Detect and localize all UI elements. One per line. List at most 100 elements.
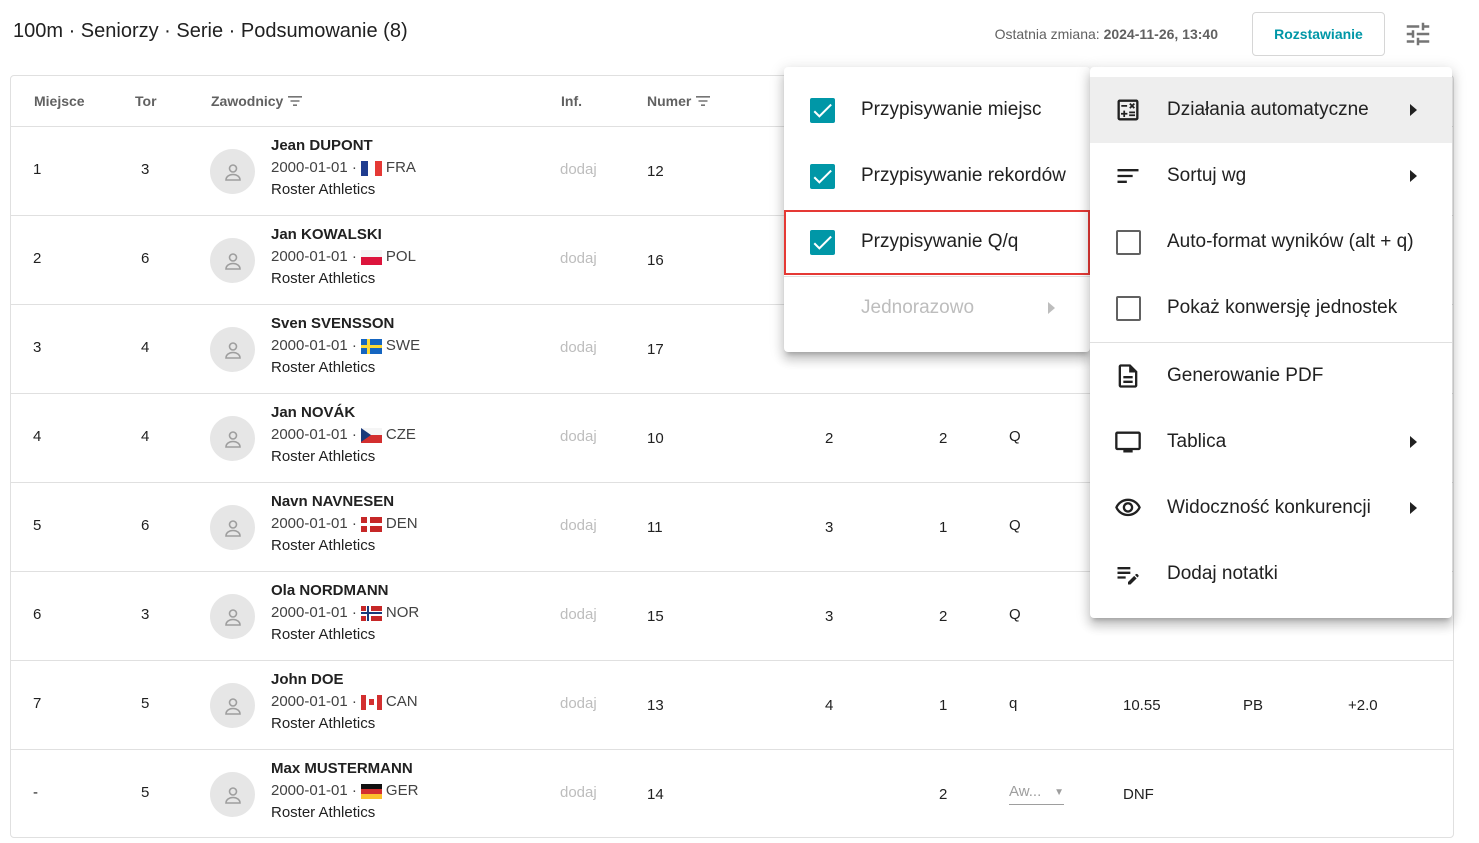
info-add-link[interactable]: dodaj (560, 784, 597, 801)
tune-icon[interactable] (1403, 19, 1433, 49)
country-flag-icon (360, 605, 382, 621)
info-add-link[interactable]: dodaj (560, 606, 597, 623)
info-add-link[interactable]: dodaj (560, 695, 597, 712)
cell-place: 3 (33, 339, 42, 356)
athlete-info: Jan NOVÁK 2000-01-01 · CZE Roster Athletics (271, 402, 416, 468)
menu-item-auto-actions[interactable]: Działania automatyczne (1090, 77, 1452, 143)
menu-item-generate-pdf[interactable]: Generowanie PDF (1090, 343, 1452, 409)
cell-number: 12 (647, 163, 664, 180)
checkbox-checked-icon[interactable] (810, 163, 835, 189)
athlete-dob-country: 2000-01-01 · FRA (271, 159, 416, 176)
athlete-name[interactable]: Ola NORDMANN (271, 580, 419, 602)
person-icon (224, 697, 241, 715)
athlete-name[interactable]: John DOE (271, 669, 418, 691)
athlete-dob-country: 2000-01-01 · NOR (271, 604, 420, 621)
info-add-link[interactable]: dodaj (560, 517, 597, 534)
menu-item-add-notes[interactable]: Dodaj notatki (1090, 541, 1452, 607)
cell-qualification: Q (1009, 428, 1021, 445)
cell-lane: 3 (141, 606, 150, 623)
cell-lane: 6 (141, 250, 150, 267)
cell-place: 1 (33, 161, 42, 178)
cell-record: PB (1243, 697, 1264, 714)
athlete-dob-country: 2000-01-01 · CZE (271, 426, 416, 443)
person-icon (224, 341, 241, 359)
checkbox-empty-icon[interactable] (1116, 295, 1141, 321)
header-number[interactable]: Numer (647, 93, 711, 109)
cell-place: - (33, 784, 38, 801)
menu-item-auto-format[interactable]: Auto-format wyników (alt + q) (1090, 209, 1452, 275)
cell-place: 7 (33, 695, 42, 712)
country-flag-icon (360, 783, 382, 799)
checkbox-checked-icon[interactable] (810, 97, 835, 123)
status-select[interactable]: Aw... ▼ (1009, 783, 1064, 805)
menu-item-assign-records[interactable]: Przypisywanie rekordów (784, 143, 1090, 209)
avatar (210, 683, 255, 728)
header-lane[interactable]: Tor (135, 93, 157, 109)
athlete-name[interactable]: Jan KOWALSKI (271, 224, 416, 246)
person-icon (224, 430, 241, 448)
cell-qualification: Q (1009, 517, 1021, 534)
athlete-info: Max MUSTERMANN 2000-01-01 · GER Roster Athl… (271, 758, 418, 824)
athlete-info: Navn NAVNESEN 2000-01-01 · DEN Roster Athle… (271, 491, 418, 557)
athlete-club: Roster Athletics (271, 270, 376, 287)
athlete-info: Jan KOWALSKI 2000-01-01 · POL Roster Athlet… (271, 224, 416, 290)
table-row[interactable]: - 5 Max MUSTERMANN 2000-01-01 · GER Roster At… (11, 750, 1453, 839)
filter-icon[interactable] (287, 95, 303, 107)
menu-item-visibility[interactable]: Widoczność konkurencji (1090, 475, 1452, 541)
athlete-name[interactable]: Sven SVENSSON (271, 313, 420, 335)
info-add-link[interactable]: dodaj (560, 428, 597, 445)
menu-item-sort-by[interactable]: Sortuj wg (1090, 143, 1452, 209)
chevron-right-icon (1410, 104, 1417, 116)
cell-heat-position: 2 (939, 608, 948, 625)
athlete-name[interactable]: Max MUSTERMANN (271, 758, 418, 780)
cell-place: 2 (33, 250, 42, 267)
athlete-dob-country: 2000-01-01 · CAN (271, 693, 418, 710)
cell-number: 17 (647, 341, 664, 358)
athlete-name[interactable]: Navn NAVNESEN (271, 491, 418, 513)
menu-item-unit-conversion[interactable]: Pokaż konwersję jednostek (1090, 275, 1452, 341)
last-change: Ostatnia zmiana: 2024-11-26, 13:40 (995, 26, 1218, 42)
athlete-club: Roster Athletics (271, 626, 376, 643)
cell-number: 11 (647, 519, 663, 536)
athlete-club: Roster Athletics (271, 448, 376, 465)
athlete-name[interactable]: Jean DUPONT (271, 135, 416, 157)
options-menu: Działania automatyczne Sortuj wg Auto-fo… (1090, 67, 1452, 618)
cell-lane: 5 (141, 695, 150, 712)
menu-item-assign-places[interactable]: Przypisywanie miejsc (784, 77, 1090, 143)
athlete-club: Roster Athletics (271, 359, 376, 376)
document-icon (1118, 364, 1138, 388)
cell-heat: 4 (825, 697, 834, 714)
athlete-dob-country: 2000-01-01 · GER (271, 782, 419, 799)
menu-item-scoreboard[interactable]: Tablica (1090, 409, 1452, 475)
cell-heat: 2 (825, 430, 834, 447)
header-athletes[interactable]: Zawodnicy (211, 93, 303, 109)
table-row[interactable]: 7 5 John DOE 2000-01-01 · CAN Roster Athletic… (11, 661, 1453, 750)
athlete-dob-country: 2000-01-01 · DEN (271, 515, 418, 532)
info-add-link[interactable]: dodaj (560, 161, 597, 178)
filter-icon[interactable] (695, 95, 711, 107)
cell-lane: 4 (141, 339, 150, 356)
cell-qualification: q (1009, 695, 1018, 712)
avatar (210, 772, 255, 817)
seed-button[interactable]: Rozstawianie (1252, 12, 1385, 56)
chevron-right-icon (1048, 302, 1055, 314)
cell-number: 15 (647, 608, 664, 625)
info-add-link[interactable]: dodaj (560, 339, 597, 356)
cell-lane: 6 (141, 517, 150, 534)
athlete-club: Roster Athletics (271, 181, 376, 198)
country-flag-icon (360, 249, 382, 265)
header-place[interactable]: Miejsce (34, 93, 85, 109)
cell-wind: +2.0 (1348, 697, 1378, 714)
checkbox-empty-icon[interactable] (1116, 229, 1141, 255)
country-flag-icon (360, 516, 382, 532)
info-add-link[interactable]: dodaj (560, 250, 597, 267)
cell-number: 13 (647, 697, 664, 714)
avatar (210, 149, 255, 194)
person-icon (224, 252, 241, 270)
edit-notes-icon (1117, 567, 1139, 585)
cell-place: 5 (33, 517, 42, 534)
header-info[interactable]: Inf. (561, 93, 582, 109)
athlete-info: Ola NORDMANN 2000-01-01 · NOR Roster Athlet… (271, 580, 419, 646)
athlete-name[interactable]: Jan NOVÁK (271, 402, 416, 424)
athlete-info: John DOE 2000-01-01 · CAN Roster Athletics (271, 669, 418, 735)
